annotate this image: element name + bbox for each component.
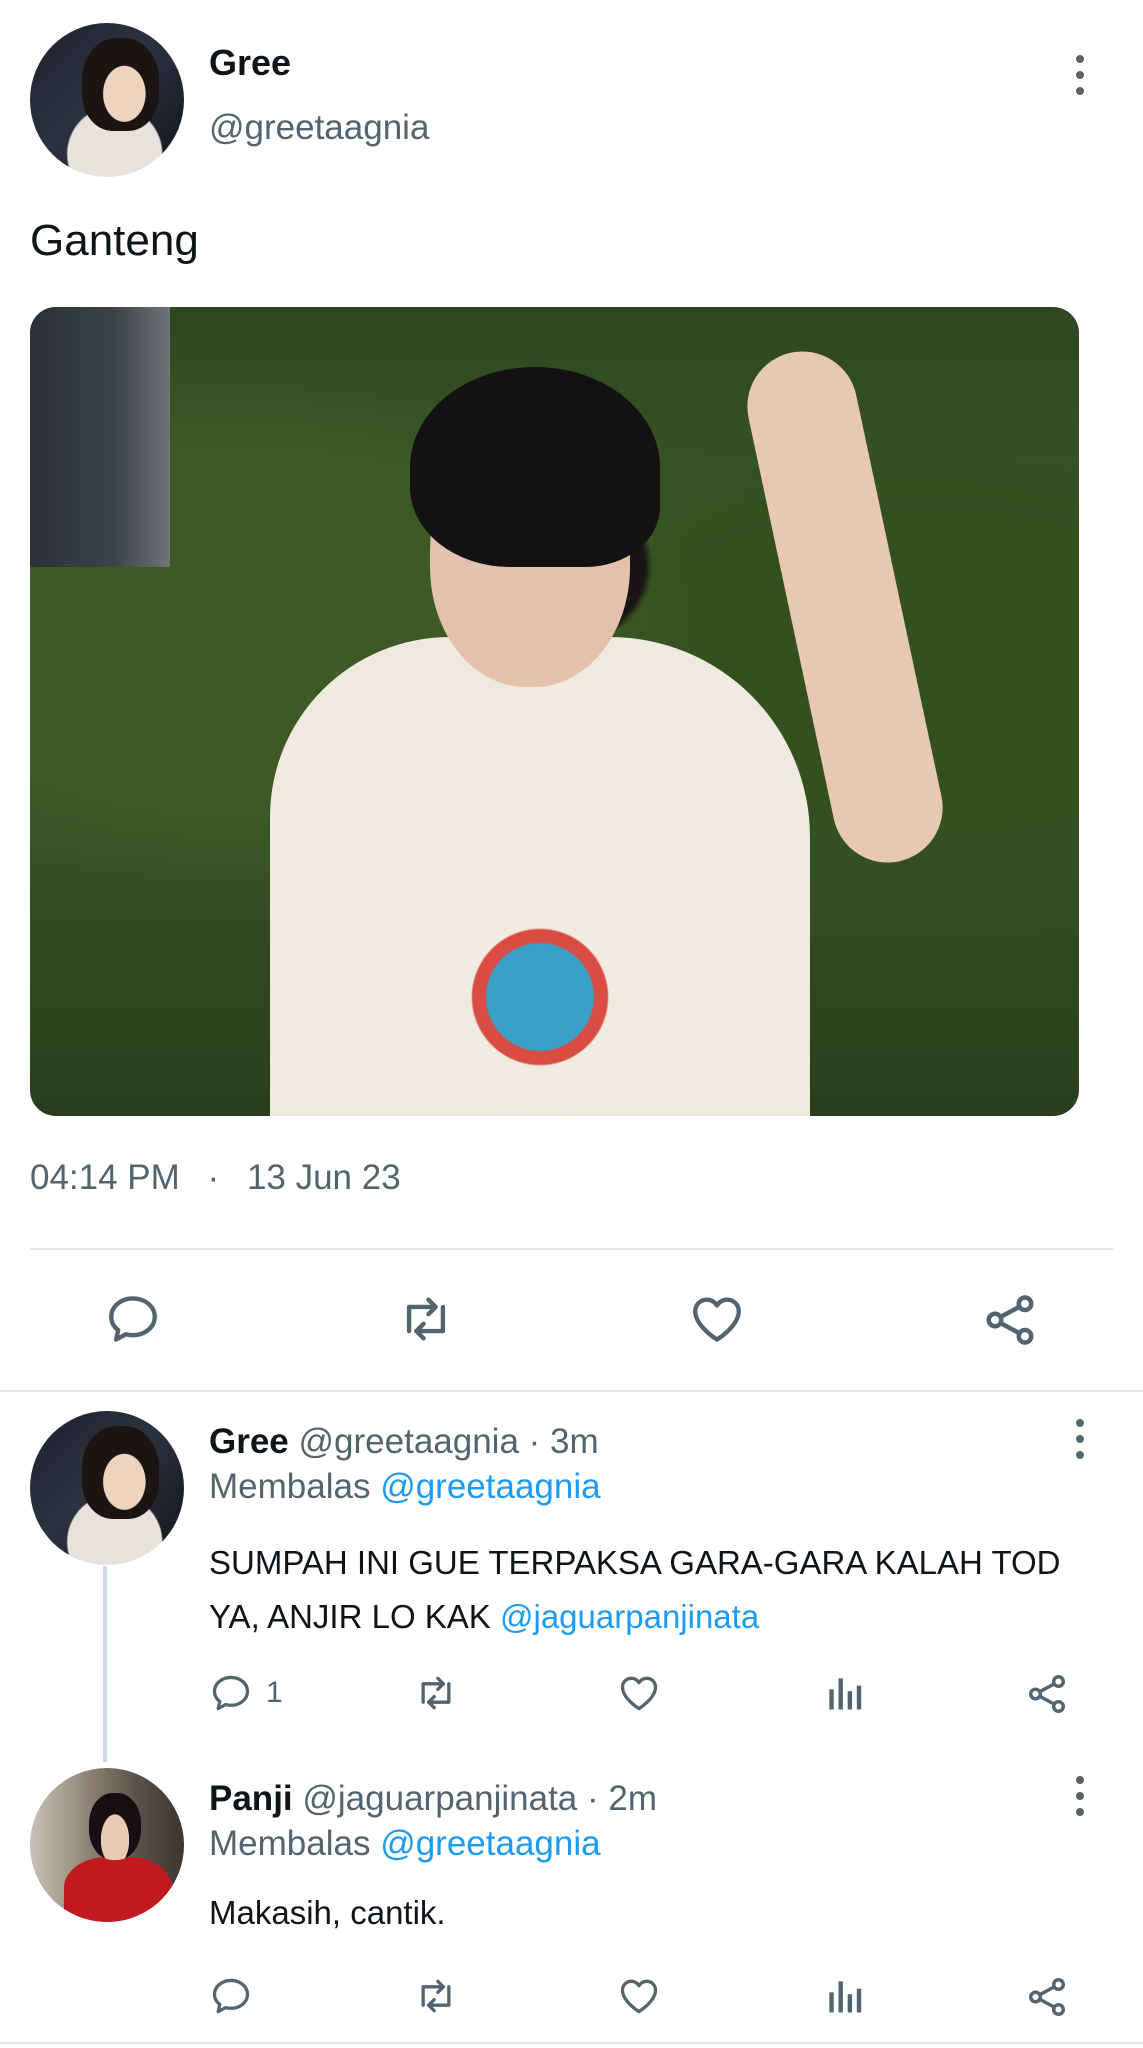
reply-author-name[interactable]: Panji: [209, 1779, 293, 1818]
photo-hair: [410, 367, 660, 567]
replying-to-line: Membalas @greetaagnia: [209, 1467, 601, 1507]
tweet-photo[interactable]: [30, 307, 1079, 1116]
reply-header: Gree @greetaagnia · 3m: [209, 1422, 599, 1462]
more-options-icon[interactable]: [1074, 53, 1086, 97]
tweet-timestamp: 04:14 PM · 13 Jun 23: [30, 1158, 401, 1198]
reply-retweet-icon[interactable]: [411, 1974, 461, 2018]
retweet-icon[interactable]: [394, 1290, 458, 1348]
reply-views-icon[interactable]: [822, 1671, 866, 1715]
tweet-date: 13 Jun 23: [246, 1158, 401, 1197]
reply-header: Panji @jaguarpanjinata · 2m: [209, 1779, 657, 1819]
like-icon[interactable]: [688, 1290, 746, 1348]
reply-age: · 2m: [587, 1779, 657, 1818]
reply-reply-icon[interactable]: [209, 1974, 253, 2018]
reply-text: SUMPAH INI GUE TERPAKSA GARA-GARA KALAH …: [209, 1536, 1089, 1644]
reply-more-options-icon[interactable]: [1074, 1774, 1086, 1818]
reply-views-icon[interactable]: [822, 1974, 866, 2018]
replying-to-prefix: Membalas: [209, 1467, 371, 1506]
photo-background-wall: [30, 307, 170, 567]
reply-icon[interactable]: [104, 1290, 162, 1348]
reply-avatar[interactable]: [30, 1411, 184, 1565]
replying-to-prefix: Membalas: [209, 1824, 371, 1863]
reply-retweet-icon[interactable]: [411, 1671, 461, 1715]
replying-to-link[interactable]: @greetaagnia: [380, 1824, 600, 1863]
tweet-text: Ganteng: [30, 216, 199, 265]
replying-to-link[interactable]: @greetaagnia: [380, 1467, 600, 1506]
reply-share-icon[interactable]: [1024, 1671, 1070, 1717]
timestamp-separator: ·: [207, 1158, 220, 1197]
author-name[interactable]: Gree: [209, 42, 291, 84]
reply-author-handle[interactable]: @jaguarpanjinata: [302, 1779, 577, 1818]
reply-like-icon[interactable]: [616, 1671, 662, 1715]
share-icon[interactable]: [980, 1290, 1040, 1350]
replying-to-line: Membalas @greetaagnia: [209, 1824, 601, 1864]
tweet-divider: [30, 1248, 1113, 1250]
reply-author-name[interactable]: Gree: [209, 1422, 289, 1461]
reply-author-handle[interactable]: @greetaagnia: [299, 1422, 519, 1461]
reply-reply-icon[interactable]: [209, 1671, 253, 1715]
reply-count: 1: [266, 1676, 283, 1709]
author-avatar[interactable]: [30, 23, 184, 177]
reply-like-icon[interactable]: [616, 1974, 662, 2018]
reply-more-options-icon[interactable]: [1074, 1417, 1086, 1461]
author-handle[interactable]: @greetaagnia: [209, 108, 429, 148]
photo-shirt-graphic: [410, 877, 670, 1116]
reply-avatar[interactable]: [30, 1768, 184, 1922]
reply-mention-link[interactable]: @jaguarpanjinata: [500, 1598, 759, 1635]
bottom-divider: [0, 2042, 1143, 2044]
tweet-time: 04:14 PM: [30, 1158, 180, 1197]
reply-age: · 3m: [528, 1422, 599, 1461]
reply-text: Makasih, cantik.: [209, 1894, 446, 1931]
reply-share-icon[interactable]: [1024, 1974, 1070, 2020]
thread-connector-line: [103, 1566, 107, 1762]
action-bar-divider: [0, 1390, 1143, 1392]
